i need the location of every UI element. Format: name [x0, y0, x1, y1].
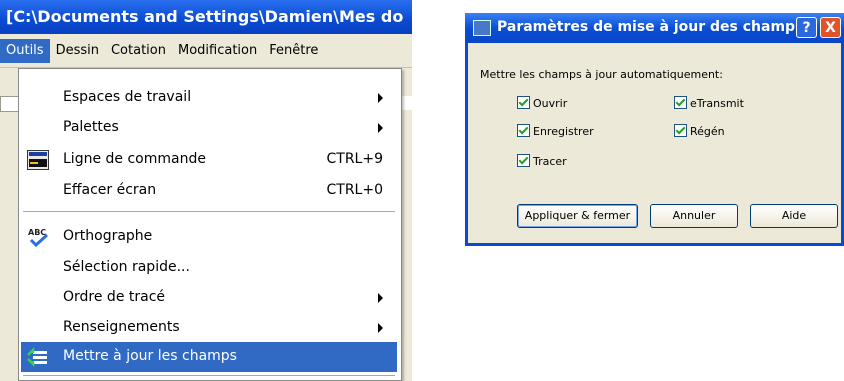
submenu-arrow-icon: [378, 93, 383, 103]
close-title-button[interactable]: X: [820, 17, 841, 38]
checkbox-box[interactable]: [517, 154, 530, 167]
help-title-button[interactable]: ?: [796, 17, 817, 38]
update-fields-icon: [27, 346, 49, 368]
command-line-icon: [27, 150, 49, 170]
checkbox-box[interactable]: [517, 96, 530, 109]
menu-item-orthographe[interactable]: ABC Orthographe: [21, 222, 397, 252]
menu-item-palettes[interactable]: Palettes: [21, 113, 397, 143]
menu-item-ligne-de-commande[interactable]: Ligne de commande CTRL+9: [21, 145, 397, 175]
menu-item-selection-rapide[interactable]: Sélection rapide...: [21, 253, 397, 283]
checkbox-box[interactable]: [517, 124, 530, 137]
outils-dropdown: Espaces de travail Palettes Ligne de com…: [18, 68, 402, 381]
checkbox-box[interactable]: [674, 124, 687, 137]
checkbox-box[interactable]: [674, 96, 687, 109]
menubar: Outils Dessin Cotation Modification Fenêtre: [0, 34, 412, 68]
menu-separator: [23, 211, 395, 212]
menu-outils[interactable]: Outils: [0, 39, 50, 63]
menu-item-ordre-de-trace[interactable]: Ordre de tracé: [21, 283, 397, 313]
submenu-arrow-icon: [378, 123, 383, 133]
menu-dessin[interactable]: Dessin: [50, 39, 105, 63]
checkbox-enregistrer[interactable]: Enregistrer: [517, 124, 594, 138]
apply-close-button[interactable]: Appliquer & fermer: [517, 204, 638, 228]
app-window: [C:\Documents and Settings\Damien\Mes do…: [0, 0, 412, 381]
menu-cotation[interactable]: Cotation: [105, 39, 172, 63]
spellcheck-icon: ABC: [27, 227, 49, 248]
menu-fenetre[interactable]: Fenêtre: [263, 39, 324, 63]
checkbox-ouvrir[interactable]: Ouvrir: [517, 96, 567, 110]
dialog-app-icon: [473, 20, 491, 36]
checkbox-tracer[interactable]: Tracer: [517, 154, 567, 168]
menu-item-espaces-de-travail[interactable]: Espaces de travail: [21, 83, 397, 113]
dialog-title: Paramètres de mise à jour des champs: [497, 19, 804, 35]
dialog-body: Mettre les champs à jour automatiquement…: [468, 43, 841, 243]
submenu-arrow-icon: [378, 323, 383, 333]
checkbox-regen[interactable]: Régén: [674, 124, 725, 138]
menu-separator: [23, 375, 395, 376]
checkbox-etransmit[interactable]: eTransmit: [674, 96, 744, 110]
svg-text:ABC: ABC: [28, 228, 46, 237]
app-titlebar: [C:\Documents and Settings\Damien\Mes do: [0, 0, 412, 34]
menu-item-mettre-a-jour-les-champs[interactable]: Mettre à jour les champs: [21, 342, 397, 372]
dialog-instruction: Mettre les champs à jour automatiquement…: [480, 68, 723, 81]
menu-item-renseignements[interactable]: Renseignements: [21, 313, 397, 343]
help-button[interactable]: Aide: [750, 204, 838, 228]
cancel-button[interactable]: Annuler: [650, 204, 738, 228]
menu-item-effacer-ecran[interactable]: Effacer écran CTRL+0: [21, 176, 397, 206]
menu-modification[interactable]: Modification: [172, 39, 263, 63]
submenu-arrow-icon: [378, 293, 383, 303]
dialog-titlebar: Paramètres de mise à jour des champs ? X: [465, 13, 844, 43]
